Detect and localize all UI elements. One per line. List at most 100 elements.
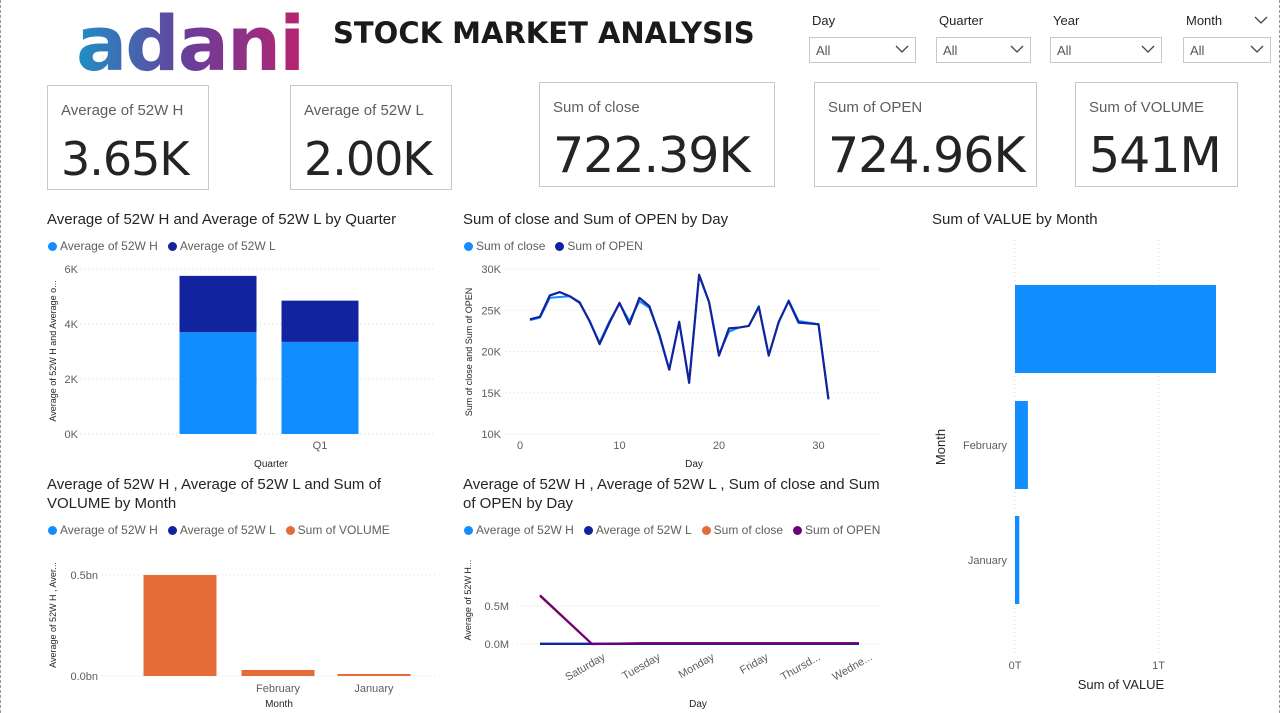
legend-label: Average of 52W H xyxy=(476,523,574,537)
chart-day-line: 10K 15K 20K 25K 30K 0 10 20 30 Day Sum of close an… xyxy=(464,264,880,470)
x-axis-title: Quarter xyxy=(254,459,289,470)
x-tick-label: Saturday xyxy=(563,651,608,684)
legend-label: Average of 52W L xyxy=(179,523,276,537)
chevron-down-icon[interactable] xyxy=(1254,15,1268,25)
x-tick-label: 0 xyxy=(517,440,523,452)
x-tick-label: Monday xyxy=(677,651,717,681)
kpi-label: Sum of OPEN xyxy=(828,99,923,116)
legend-dot xyxy=(583,525,593,535)
y-tick-label: 15K xyxy=(481,388,501,400)
x-tick-label: Thursd... xyxy=(779,651,823,683)
x-tick-label: 1T xyxy=(1152,660,1165,672)
kpi-value: 541M xyxy=(1089,127,1222,184)
x-tick-label: Tuesday xyxy=(620,651,663,683)
legend-item[interactable]: Average of 52W H xyxy=(464,523,574,537)
slicer-day-value: All xyxy=(816,43,831,58)
legend-item[interactable]: Average of 52W H xyxy=(48,239,158,253)
y-tick-label: 25K xyxy=(481,305,501,317)
legend-item[interactable]: Sum of close xyxy=(701,523,784,537)
slicer-day-dropdown[interactable]: All xyxy=(809,37,916,63)
kpi-value: 3.65K xyxy=(61,132,190,186)
bar-segment xyxy=(281,341,359,434)
y-tick-label: 6K xyxy=(65,264,79,276)
chart-legend: Sum of close Sum of OPEN xyxy=(464,239,643,253)
legend-dot xyxy=(167,525,177,535)
legend-item[interactable]: Average of 52W H xyxy=(48,523,158,537)
x-tick-label: Wedne... xyxy=(831,651,875,683)
y-tick-label: 4K xyxy=(65,319,79,331)
y-tick-label: February xyxy=(963,440,1008,452)
chevron-down-icon xyxy=(1250,45,1264,53)
y-tick-label: 2K xyxy=(65,374,79,386)
legend-item[interactable]: Sum of OPEN xyxy=(793,523,880,537)
slicer-quarter-value: All xyxy=(943,43,958,58)
svg-text:adani: adani xyxy=(76,0,303,84)
bar xyxy=(1015,285,1216,373)
chevron-down-icon xyxy=(1141,45,1155,53)
series-line xyxy=(529,274,830,399)
slicer-quarter-dropdown[interactable]: All xyxy=(936,37,1031,63)
kpi-label: Average of 52W H xyxy=(61,102,184,119)
x-tick-label: Q1 xyxy=(313,440,328,452)
x-tick-label: Friday xyxy=(738,651,771,677)
y-tick-label: 10K xyxy=(481,429,501,441)
legend-item[interactable]: Average of 52W L xyxy=(167,523,276,537)
legend-dot xyxy=(793,525,803,535)
chart-title: Average of 52W H , Average of 52W L and … xyxy=(47,476,382,512)
legend-item[interactable]: Average of 52W L xyxy=(167,239,276,253)
y-axis-title: Month xyxy=(933,429,948,465)
bar xyxy=(337,673,411,676)
page-title: STOCK MARKET ANALYSIS xyxy=(333,16,755,50)
legend-label: Sum of VOLUME xyxy=(297,523,390,537)
kpi-label: Average of 52W L xyxy=(304,102,424,119)
y-axis-title: Average of 52W H and Average o... xyxy=(48,280,58,421)
x-axis-title: Day xyxy=(685,459,703,470)
x-tick-label: 20 xyxy=(713,440,725,452)
x-axis-title: Sum of VALUE xyxy=(1078,677,1165,692)
legend-label: Sum of close xyxy=(713,523,784,537)
legend-label: Average of 52W L xyxy=(179,239,276,253)
adani-logo: adani xyxy=(76,0,305,84)
slicer-day-label: Day xyxy=(812,13,836,28)
legend-item[interactable]: Average of 52W L xyxy=(583,523,692,537)
slicer-month-value: All xyxy=(1190,43,1205,58)
y-tick-label: 30K xyxy=(481,264,501,276)
slicer-year-label: Year xyxy=(1053,13,1080,28)
kpi-card-sum-close: Sum of close 722.39K xyxy=(539,82,775,187)
legend-label: Sum of OPEN xyxy=(805,523,881,537)
bar xyxy=(1015,516,1020,604)
kpi-card-52w-low: Average of 52W L 2.00K xyxy=(290,85,452,190)
series-line xyxy=(529,273,830,400)
series-line xyxy=(539,594,859,646)
slicer-year-dropdown[interactable]: All xyxy=(1050,37,1162,63)
y-axis-title: Sum of close and Sum of OPEN xyxy=(464,288,474,417)
bar xyxy=(241,669,315,676)
y-tick-label: 0.5bn xyxy=(70,570,98,582)
x-tick-label: 30 xyxy=(812,440,824,452)
x-tick-label: 0T xyxy=(1009,660,1022,672)
bar-segment xyxy=(179,332,257,434)
y-tick-label: 0.0bn xyxy=(70,671,98,683)
chevron-down-icon xyxy=(1010,45,1024,53)
bar xyxy=(143,575,217,676)
legend-dot xyxy=(701,525,711,535)
legend-item[interactable]: Sum of VOLUME xyxy=(285,523,390,537)
y-axis-title: Average of 52W H... xyxy=(463,560,473,641)
legend-dot xyxy=(464,525,473,535)
y-tick-label: 0.5M xyxy=(485,601,509,613)
kpi-card-sum-open: Sum of OPEN 724.96K xyxy=(814,82,1037,187)
y-tick-label: 20K xyxy=(481,347,501,359)
legend-item[interactable]: Sum of close xyxy=(464,239,545,253)
bar-segment xyxy=(179,275,257,333)
chart-quarter-stacked-bar: 0K 2K 4K 6K Q1 Quarter Average of 52W H and Av… xyxy=(48,264,435,470)
chart-title: Sum of close and Sum of OPEN by Day xyxy=(463,211,729,228)
chart-legend: Average of 52W H Average of 52W L xyxy=(48,239,276,253)
legend-item[interactable]: Sum of OPEN xyxy=(555,239,643,253)
bar xyxy=(1015,401,1028,489)
slicer-year-value: All xyxy=(1057,43,1072,58)
chart-weekday-line: 0.0M 0.5M Saturday Tuesday Monday Friday Thurs… xyxy=(463,560,880,710)
chart-legend: Average of 52W H Average of 52W L Sum of… xyxy=(464,523,880,537)
slicer-month-label: Month xyxy=(1186,13,1223,28)
slicer-month-dropdown[interactable]: All xyxy=(1183,37,1271,63)
chevron-down-icon xyxy=(895,45,909,53)
